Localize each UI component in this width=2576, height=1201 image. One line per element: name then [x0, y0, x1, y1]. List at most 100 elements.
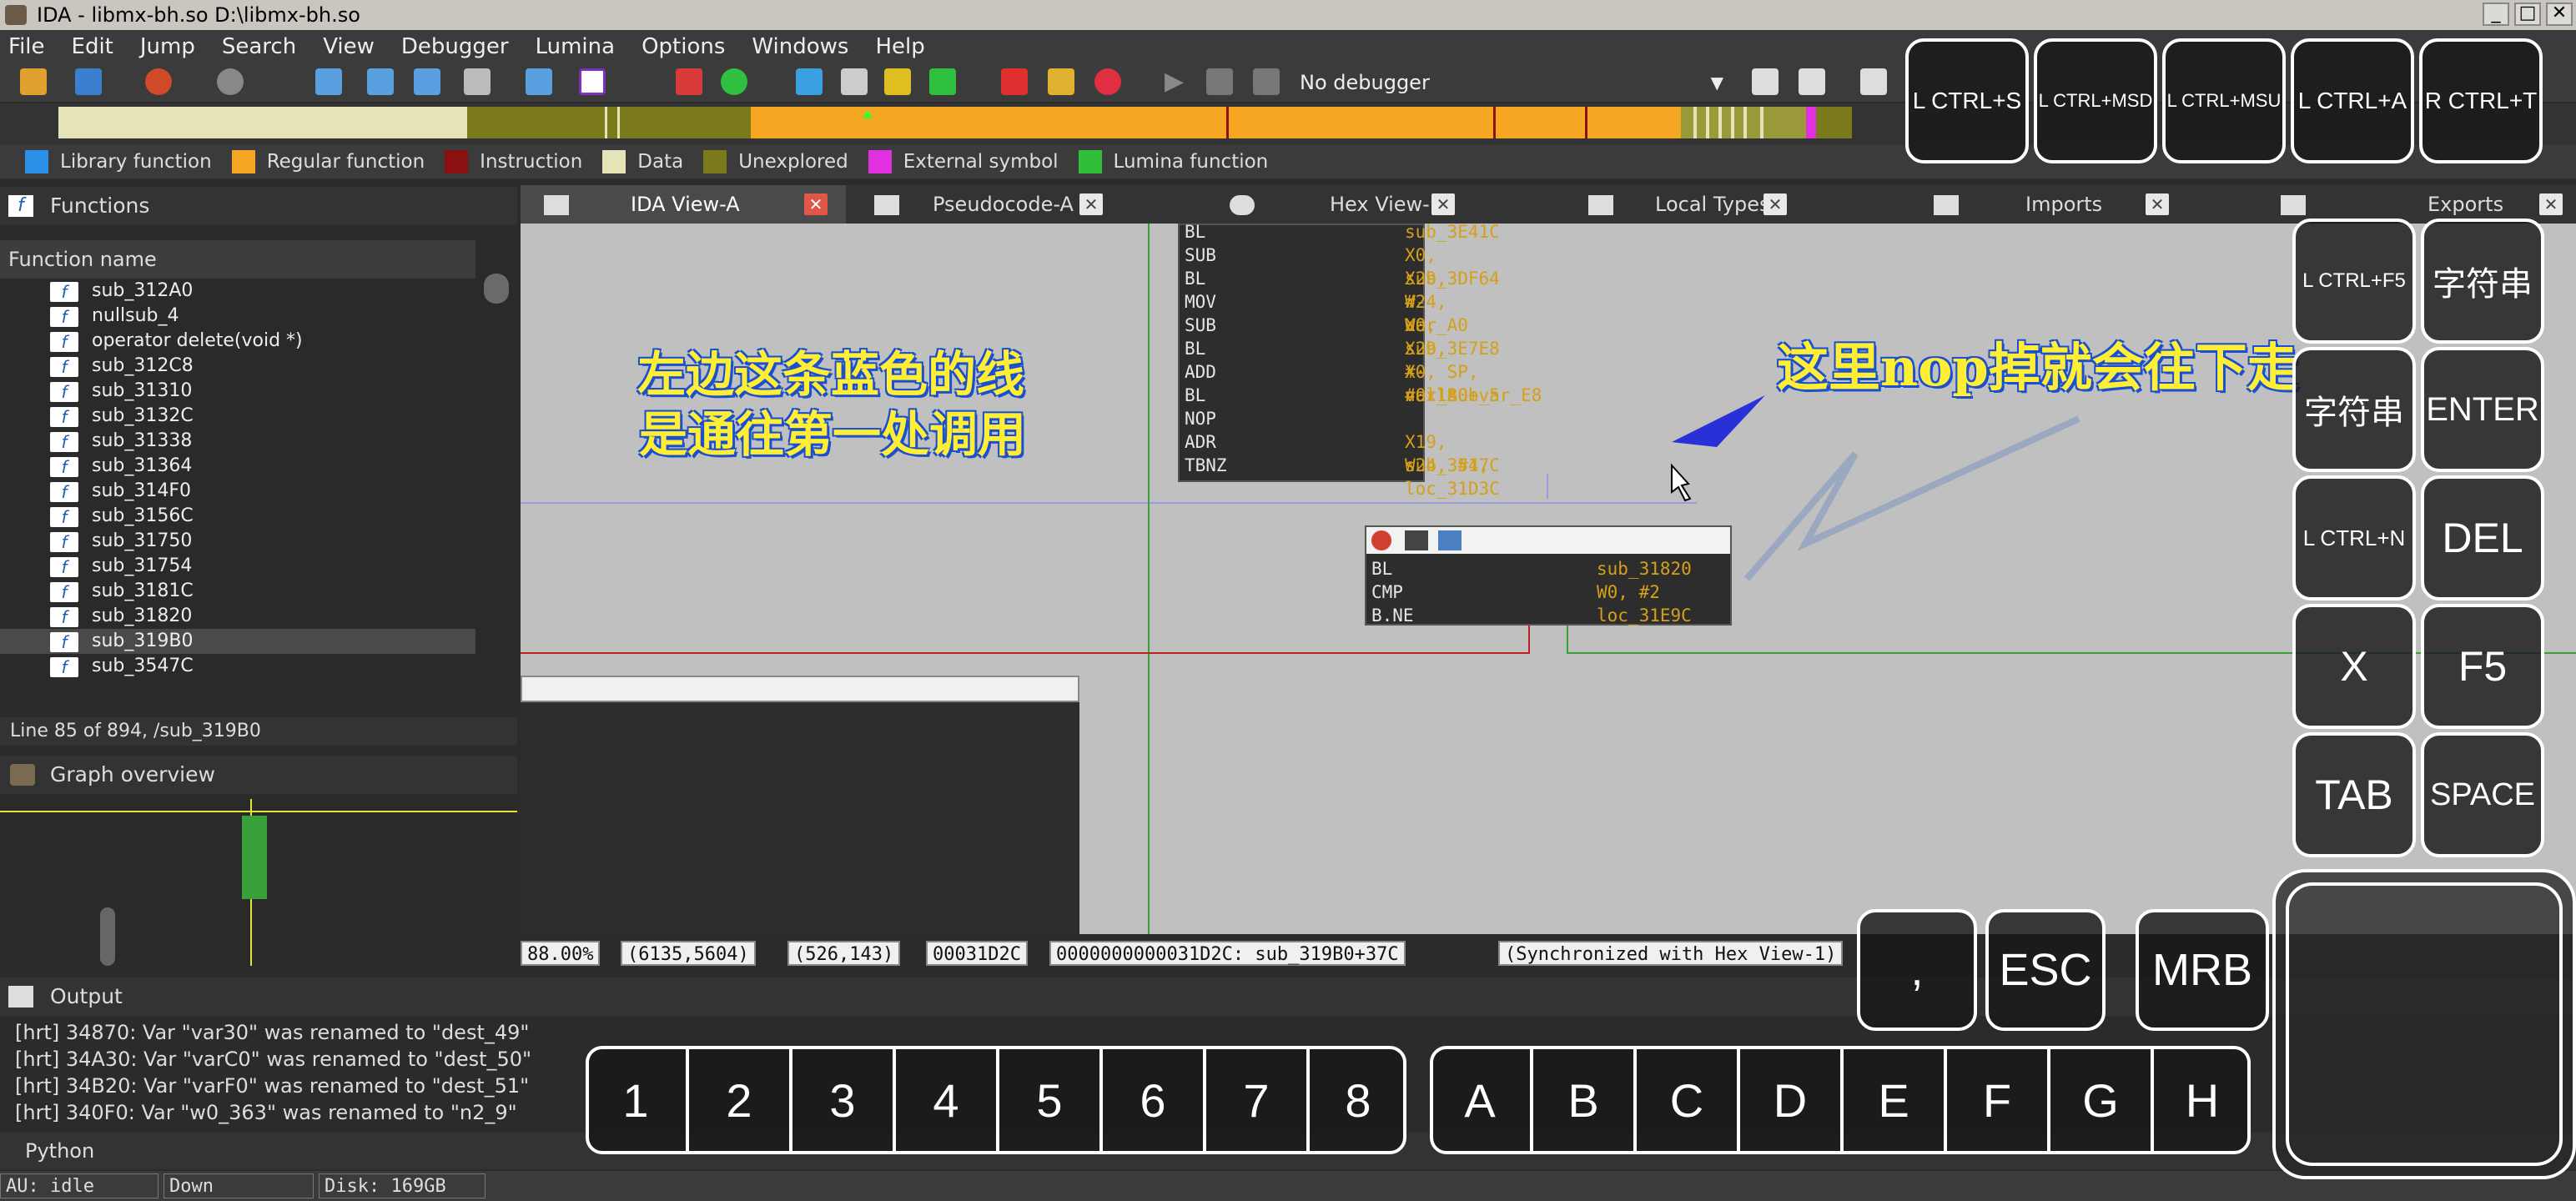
key-e[interactable]: E: [1844, 1046, 1947, 1154]
script-icon[interactable]: [1752, 68, 1779, 95]
function-list-item[interactable]: f sub_3547C: [0, 654, 475, 679]
graph-view[interactable]: BL sub_3E41C SUB X0, X29, #-var_A0 BL sub_3DF…: [521, 224, 2576, 934]
key-2[interactable]: 2: [689, 1046, 792, 1154]
menu-search[interactable]: Search: [222, 34, 296, 59]
key-d[interactable]: D: [1740, 1046, 1844, 1154]
tab-imports[interactable]: Imports ✕: [1909, 185, 2169, 224]
refresh-icon[interactable]: [1799, 68, 1825, 95]
xrefs-to-icon[interactable]: [796, 68, 823, 95]
key-4[interactable]: 4: [896, 1046, 999, 1154]
key-ctrl-msd[interactable]: L CTRL+MSD: [2034, 38, 2157, 163]
key-ctrl-a[interactable]: L CTRL+A: [2291, 38, 2414, 163]
tab-local-types[interactable]: Local Types ✕: [1572, 185, 1822, 224]
function-list-item[interactable]: f sub_314F0: [0, 479, 475, 504]
navigation-strip[interactable]: [58, 107, 1852, 138]
key-comma[interactable]: ,: [1857, 909, 1977, 1031]
key-b[interactable]: B: [1533, 1046, 1637, 1154]
menu-help[interactable]: Help: [875, 34, 924, 59]
key-x[interactable]: X: [2292, 604, 2416, 729]
function-list-item[interactable]: f sub_319B0: [0, 629, 475, 654]
key-rctrl-t[interactable]: R CTRL+T: [2419, 38, 2543, 163]
struct-icon[interactable]: [884, 68, 911, 95]
close-tab-icon[interactable]: ✕: [804, 193, 828, 215]
text-icon[interactable]: [579, 68, 606, 95]
key-c[interactable]: C: [1637, 1046, 1740, 1154]
key-ctrl-n[interactable]: L CTRL+N: [2292, 475, 2416, 600]
forward-icon[interactable]: [217, 68, 244, 95]
lumina-icon[interactable]: [721, 68, 747, 95]
function-list-item[interactable]: f sub_3156C: [0, 504, 475, 529]
key-strings-1[interactable]: 字符串: [2421, 219, 2544, 344]
edit-patch-icon[interactable]: [1048, 68, 1074, 95]
undefine-icon[interactable]: [414, 68, 440, 95]
back-icon[interactable]: [145, 68, 172, 95]
menu-edit[interactable]: Edit: [72, 34, 113, 59]
menu-jump[interactable]: Jump: [140, 34, 195, 59]
key-h[interactable]: H: [2154, 1046, 2251, 1154]
overview-scrollbar[interactable]: [100, 907, 115, 966]
tab-pseudocode-a[interactable]: Pseudocode-A ✕: [863, 185, 1113, 224]
open-file-icon[interactable]: [20, 68, 47, 95]
key-mrb[interactable]: MRB: [2136, 909, 2269, 1031]
scrollbar-thumb[interactable]: [484, 274, 509, 304]
minimize-button[interactable]: _: [2483, 3, 2509, 26]
tab-ida-view-a[interactable]: IDA View-A ✕: [521, 185, 846, 224]
key-8[interactable]: 8: [1310, 1046, 1406, 1154]
key-5[interactable]: 5: [999, 1046, 1103, 1154]
functions-scrollbar[interactable]: [477, 240, 517, 707]
key-6[interactable]: 6: [1103, 1046, 1206, 1154]
function-list-item[interactable]: f nullsub_4: [0, 304, 475, 329]
key-space[interactable]: SPACE: [2421, 732, 2544, 857]
close-window-button[interactable]: ✕: [2546, 3, 2573, 26]
stop-sign-icon[interactable]: [1094, 68, 1121, 95]
save-icon[interactable]: [75, 68, 102, 95]
menu-file[interactable]: File: [8, 34, 45, 59]
close-tab-icon[interactable]: ✕: [2146, 193, 2169, 215]
close-tab-icon[interactable]: ✕: [1079, 193, 1103, 215]
graph-overview[interactable]: [0, 799, 517, 966]
menu-debugger[interactable]: Debugger: [401, 34, 509, 59]
menu-view[interactable]: View: [323, 34, 375, 59]
enum-icon[interactable]: [929, 68, 956, 95]
edit-function-icon[interactable]: [367, 68, 394, 95]
function-list-item[interactable]: f operator delete(void *): [0, 329, 475, 354]
close-tab-icon[interactable]: ✕: [1431, 193, 1455, 215]
tab-hex-view-1[interactable]: Hex View-1 ✕: [1215, 185, 1465, 224]
key-enter[interactable]: ENTER: [2421, 347, 2544, 472]
key-g[interactable]: G: [2050, 1046, 2154, 1154]
function-list-item[interactable]: f sub_31310: [0, 379, 475, 404]
print-icon[interactable]: [464, 68, 491, 95]
function-list-item[interactable]: f sub_31754: [0, 554, 475, 579]
key-strings-2[interactable]: 字符串: [2292, 347, 2416, 472]
key-f5[interactable]: F5: [2421, 604, 2544, 729]
key-ctrl-f5[interactable]: L CTRL+F5: [2292, 219, 2416, 344]
joystick-pad[interactable]: [2272, 869, 2576, 1179]
function-list-item[interactable]: f sub_3181C: [0, 579, 475, 604]
key-3[interactable]: 3: [792, 1046, 896, 1154]
function-list-item[interactable]: f sub_31820: [0, 604, 475, 629]
function-list-item[interactable]: f sub_31364: [0, 454, 475, 479]
key-f[interactable]: F: [1947, 1046, 2050, 1154]
function-name-column-header[interactable]: Function name: [0, 240, 475, 279]
breakpoint-icon[interactable]: [1001, 68, 1028, 95]
key-a[interactable]: A: [1430, 1046, 1533, 1154]
graph-view-icon[interactable]: [676, 68, 702, 95]
menu-lumina[interactable]: Lumina: [536, 34, 615, 59]
layout-icon[interactable]: [1860, 68, 1887, 95]
function-list-item[interactable]: f sub_31750: [0, 529, 475, 554]
key-1[interactable]: 1: [586, 1046, 689, 1154]
debugger-select[interactable]: No debugger ▼: [1291, 67, 1733, 98]
jump-icon[interactable]: [526, 68, 552, 95]
key-del[interactable]: DEL: [2421, 475, 2544, 600]
close-tab-icon[interactable]: ✕: [1763, 193, 1787, 215]
create-function-icon[interactable]: [315, 68, 342, 95]
stop-icon[interactable]: [1253, 68, 1280, 95]
pause-icon[interactable]: [1206, 68, 1233, 95]
function-list-item[interactable]: f sub_3132C: [0, 404, 475, 429]
function-list-item[interactable]: f sub_312A0: [0, 279, 475, 304]
key-esc[interactable]: ESC: [1985, 909, 2106, 1031]
run-icon[interactable]: ▶: [1165, 68, 1191, 95]
function-list-item[interactable]: f sub_312C8: [0, 354, 475, 379]
key-7[interactable]: 7: [1206, 1046, 1310, 1154]
menu-windows[interactable]: Windows: [752, 34, 848, 59]
